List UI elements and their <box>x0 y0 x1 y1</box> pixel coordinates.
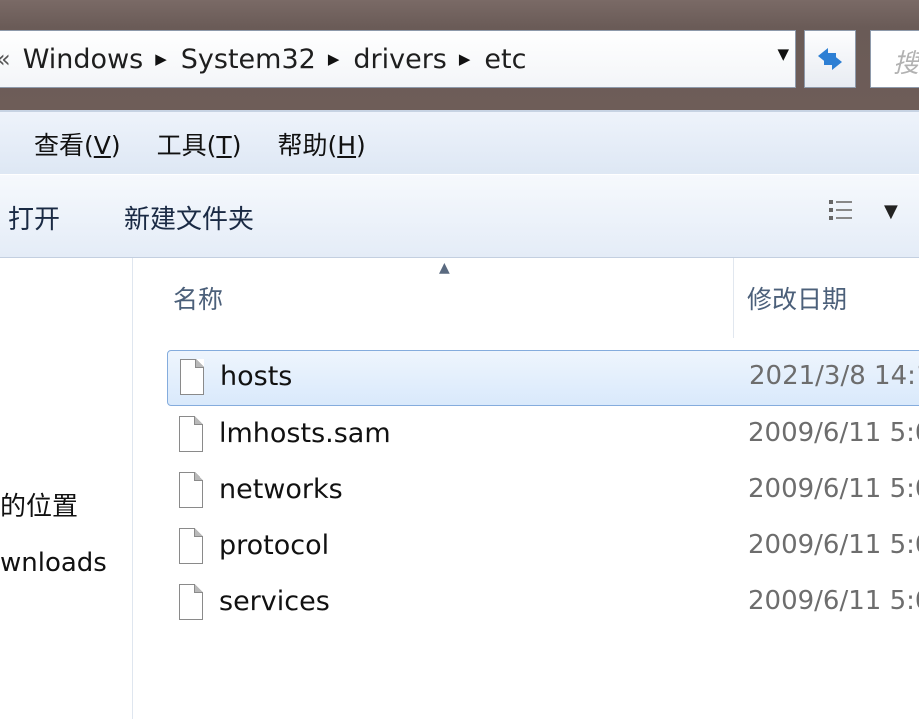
file-row-networks[interactable]: networks 2009/6/11 5:0 <box>167 464 919 520</box>
breadcrumb-arrow-icon[interactable]: ▶ <box>459 50 471 68</box>
sort-ascending-icon: ▲ <box>439 260 450 276</box>
search-input[interactable]: 搜 <box>870 30 919 88</box>
refresh-icon <box>818 48 842 70</box>
navigation-pane: 的位置 wnloads <box>0 258 133 719</box>
file-icon <box>179 584 203 620</box>
address-bar[interactable]: « Windows ▶ System32 ▶ drivers ▶ etc ▼ <box>0 30 796 88</box>
file-name: hosts <box>220 361 293 392</box>
breadcrumb-arrow-icon[interactable]: ▶ <box>155 50 167 68</box>
file-list: 名称 ▲ 修改日期 hosts 2021/3/8 14:1 lmhosts.sa… <box>133 258 919 719</box>
breadcrumb-arrow-icon[interactable]: ▶ <box>328 50 340 68</box>
file-name: lmhosts.sam <box>219 418 391 449</box>
column-header-name[interactable]: 名称 <box>173 280 223 316</box>
file-date: 2009/6/11 5:0 <box>748 586 919 616</box>
file-icon <box>180 359 204 395</box>
file-name: protocol <box>219 530 330 561</box>
file-date: 2021/3/8 14:1 <box>749 361 919 391</box>
command-toolbar: 打开 新建文件夹 ▼ <box>0 174 919 258</box>
title-bar: « Windows ▶ System32 ▶ drivers ▶ etc ▼ 搜 <box>0 0 919 110</box>
file-date: 2009/6/11 5:0 <box>748 418 919 448</box>
menu-bar: 查看(V) 工具(T) 帮助(H) <box>0 110 919 176</box>
breadcrumb-windows[interactable]: Windows <box>23 44 144 75</box>
explorer-window: « Windows ▶ System32 ▶ drivers ▶ etc ▼ 搜… <box>0 0 919 719</box>
views-icon[interactable] <box>826 195 856 231</box>
menu-help[interactable]: 帮助(H) <box>277 126 365 162</box>
new-folder-button[interactable]: 新建文件夹 <box>124 199 254 236</box>
file-date: 2009/6/11 5:0 <box>748 474 919 504</box>
file-row-services[interactable]: services 2009/6/11 5:0 <box>167 576 919 632</box>
file-icon <box>179 472 203 508</box>
column-header-date[interactable]: 修改日期 <box>747 280 847 316</box>
open-button[interactable]: 打开 <box>8 199 60 236</box>
column-header-row: 名称 ▲ 修改日期 <box>133 258 919 338</box>
nav-item-recent-places[interactable]: 的位置 <box>0 486 78 523</box>
chevron-down-icon[interactable]: ▼ <box>777 45 789 63</box>
refresh-button[interactable] <box>804 30 856 88</box>
breadcrumb-system32[interactable]: System32 <box>181 44 316 75</box>
column-divider[interactable] <box>733 258 734 338</box>
file-name: networks <box>219 474 343 505</box>
menu-tools[interactable]: 工具(T) <box>157 126 242 162</box>
file-row-hosts[interactable]: hosts 2021/3/8 14:1 <box>167 350 919 406</box>
file-row-lmhosts[interactable]: lmhosts.sam 2009/6/11 5:0 <box>167 408 919 464</box>
file-date: 2009/6/11 5:0 <box>748 530 919 560</box>
file-row-protocol[interactable]: protocol 2009/6/11 5:0 <box>167 520 919 576</box>
file-icon <box>179 528 203 564</box>
menu-view[interactable]: 查看(V) <box>34 126 121 162</box>
breadcrumb-drivers[interactable]: drivers <box>353 44 447 75</box>
nav-item-downloads[interactable]: wnloads <box>0 548 107 578</box>
breadcrumb-overflow[interactable]: « <box>0 45 11 73</box>
breadcrumb-etc[interactable]: etc <box>484 44 526 75</box>
file-icon <box>179 416 203 452</box>
file-name: services <box>219 586 330 617</box>
views-dropdown-icon[interactable]: ▼ <box>884 201 898 222</box>
